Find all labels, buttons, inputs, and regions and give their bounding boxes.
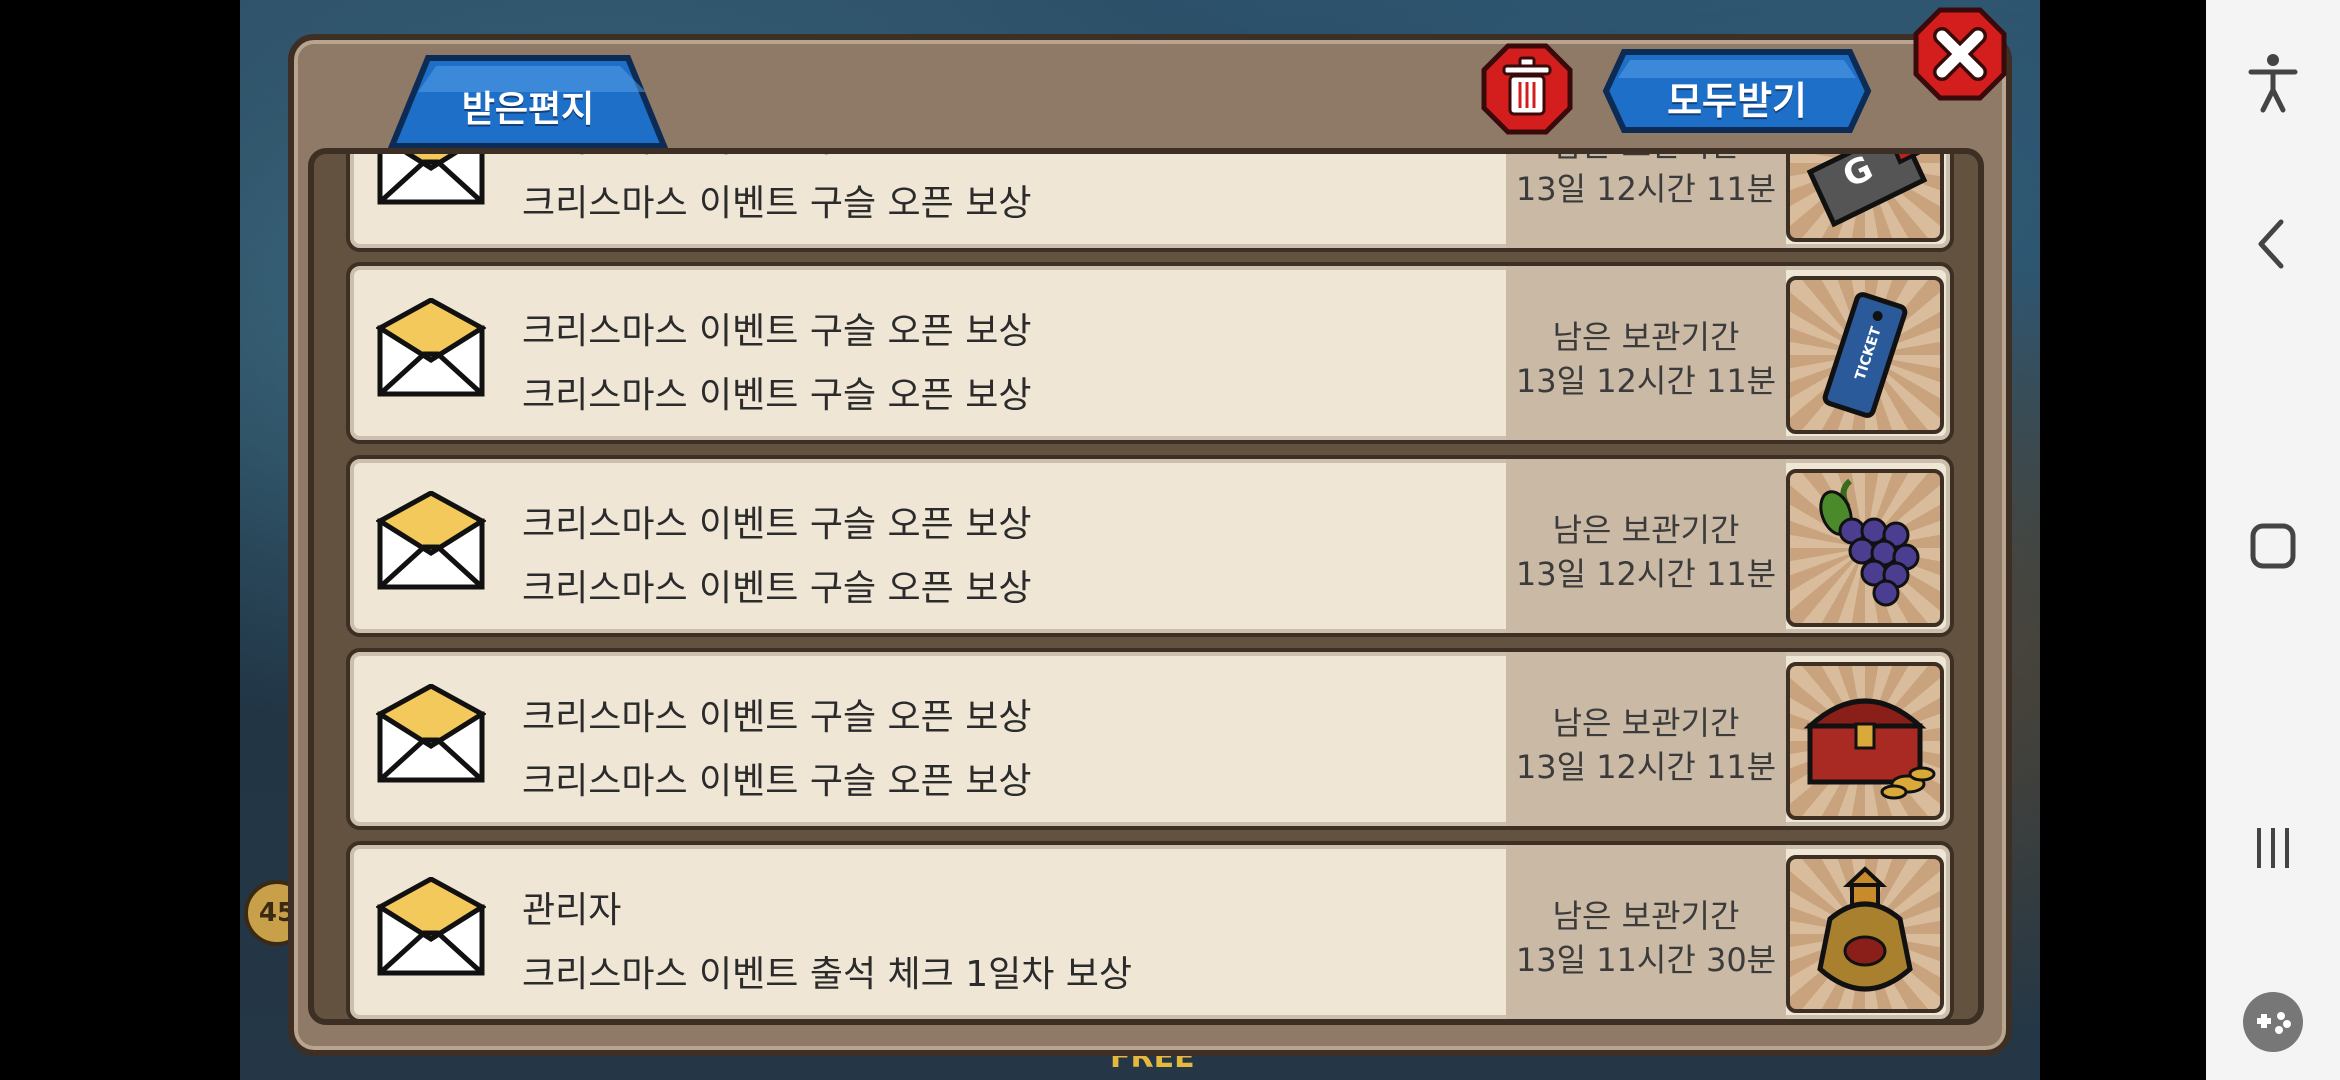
gold-ticket-icon: G: [1806, 154, 1928, 228]
retention-label: 남은 보관기간: [1552, 511, 1740, 549]
potion-icon: [1817, 866, 1913, 992]
mail-item[interactable]: 크리스마스 이벤트 구슬 오픈 보상 크리스마스 이벤트 구슬 오픈 보상 남은…: [346, 648, 1954, 830]
retention-value: 13일 11시간 30분: [1515, 941, 1777, 979]
mail-sender: 크리스마스 이벤트 구슬 오픈 보상: [522, 504, 1032, 545]
retention-period: 남은 보관기간 13일 12시간 11분: [1506, 154, 1786, 248]
trash-icon: [1481, 43, 1573, 135]
close-button[interactable]: [1912, 6, 2008, 102]
mail-item[interactable]: 크리스마스 이벤트 구슬 오픈 보상 크리스마스 이벤트 구슬 오픈 보상 남은…: [346, 154, 1954, 252]
back-icon[interactable]: [2239, 210, 2307, 278]
mail-message: 크리스마스 이벤트 출석 체크 1일차 보상: [522, 954, 1133, 995]
envelope-icon: [376, 298, 486, 397]
close-icon: [1913, 7, 2007, 101]
game-tools-icon[interactable]: [2239, 988, 2307, 1056]
mail-message: 크리스마스 이벤트 구슬 오픈 보상: [522, 375, 1032, 416]
retention-period: 남은 보관기간 13일 11시간 30분: [1506, 845, 1786, 1019]
mail-message: 크리스마스 이벤트 구슬 오픈 보상: [522, 183, 1032, 224]
mail-sender: 크리스마스 이벤트 구슬 오픈 보상: [522, 154, 1031, 162]
mail-sender: 크리스마스 이벤트 구슬 오픈 보상: [522, 311, 1032, 352]
reward-item[interactable]: TICKET: [1786, 276, 1944, 434]
mail-list[interactable]: 크리스마스 이벤트 구슬 오픈 보상 크리스마스 이벤트 구슬 오픈 보상 남은…: [308, 148, 1984, 1025]
envelope-icon: [376, 877, 486, 976]
mail-message: 크리스마스 이벤트 구슬 오픈 보상: [522, 761, 1032, 802]
retention-label: 남은 보관기간: [1552, 704, 1740, 742]
mail-item[interactable]: 크리스마스 이벤트 구슬 오픈 보상 크리스마스 이벤트 구슬 오픈 보상 남은…: [346, 262, 1954, 444]
retention-period: 남은 보관기간 13일 12시간 11분: [1506, 652, 1786, 826]
tab-label: 받은편지: [461, 89, 595, 130]
retention-label: 남은 보관기간: [1552, 897, 1740, 935]
mail-item[interactable]: 관리자 크리스마스 이벤트 출석 체크 1일차 보상 남은 보관기간 13일 1…: [346, 841, 1954, 1019]
envelope-icon: [376, 684, 486, 783]
delete-all-button[interactable]: [1480, 42, 1574, 136]
reward-item[interactable]: [1786, 855, 1944, 1013]
retention-value: 13일 12시간 11분: [1515, 170, 1777, 208]
envelope-icon: [376, 491, 486, 590]
retention-value: 13일 12시간 11분: [1515, 555, 1777, 593]
envelope-icon: [377, 154, 485, 205]
retention-value: 13일 12시간 11분: [1515, 748, 1777, 786]
accessibility-icon[interactable]: [2239, 48, 2307, 116]
retention-period: 남은 보관기간 13일 12시간 11분: [1506, 266, 1786, 440]
mail-sender: 크리스마스 이벤트 구슬 오픈 보상: [522, 697, 1032, 738]
mail-sender: 관리자: [522, 890, 622, 931]
retention-value: 13일 12시간 11분: [1515, 362, 1777, 400]
mail-item[interactable]: 크리스마스 이벤트 구슬 오픈 보상 크리스마스 이벤트 구슬 오픈 보상 남은…: [346, 455, 1954, 637]
system-navigation-bar: [2206, 0, 2340, 1080]
grapes-icon: [1819, 478, 1920, 607]
treasure-chest-icon: [1803, 698, 1936, 800]
ticket-icon: TICKET: [1822, 292, 1908, 418]
retention-label: 남은 보관기간: [1552, 318, 1740, 356]
receive-all-button[interactable]: 모두받기: [1602, 48, 1872, 134]
tab-received-mail[interactable]: 받은편지: [388, 52, 668, 148]
reward-item[interactable]: [1786, 662, 1944, 820]
retention-period: 남은 보관기간 13일 12시간 11분: [1506, 459, 1786, 633]
reward-item[interactable]: G: [1786, 154, 1944, 242]
receive-all-label: 모두받기: [1667, 79, 1807, 123]
recents-icon[interactable]: [2239, 814, 2307, 882]
home-icon[interactable]: [2239, 512, 2307, 580]
reward-item[interactable]: [1786, 469, 1944, 627]
mail-message: 크리스마스 이벤트 구슬 오픈 보상: [522, 568, 1032, 609]
